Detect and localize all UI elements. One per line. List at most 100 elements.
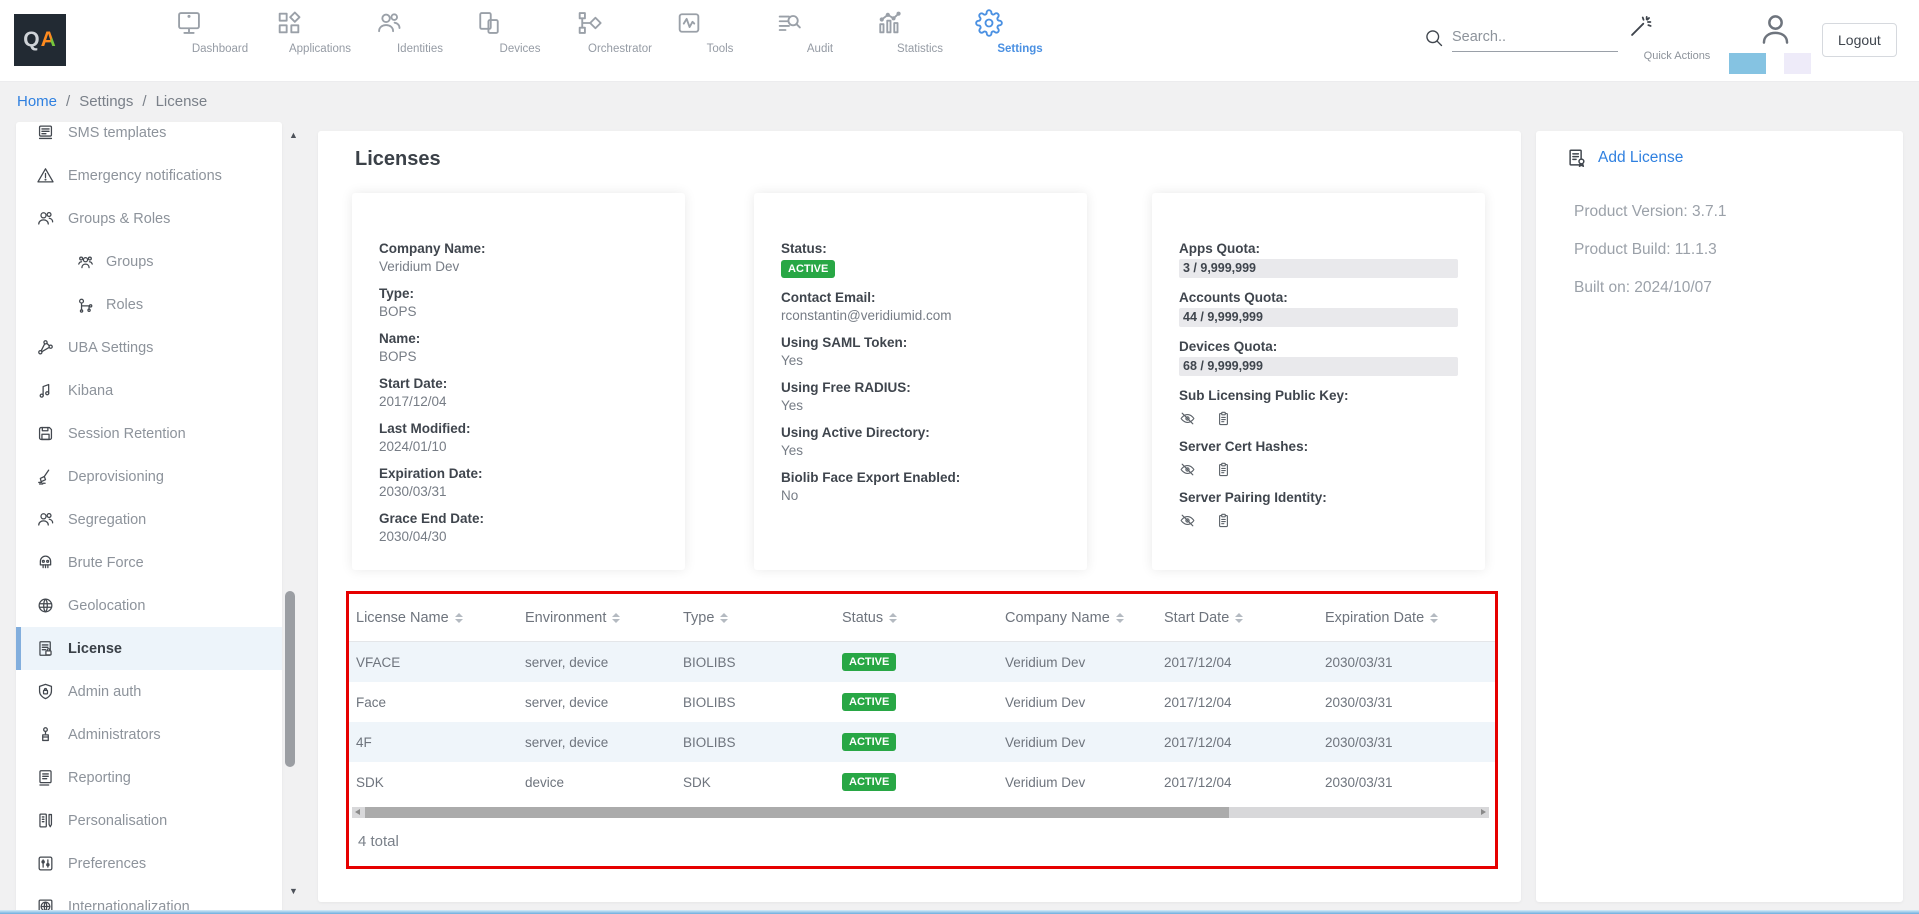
nav-item-orchestrator[interactable]: Orchestrator [575, 9, 665, 55]
field-name: Name:BOPS [379, 331, 658, 364]
kibana-icon [36, 381, 55, 400]
sidebar-scroll-up-arrow[interactable]: ▲ [289, 130, 298, 140]
administrators-icon [36, 725, 55, 744]
column-header-status[interactable]: Status [835, 610, 998, 626]
sidebar-item-brute-force[interactable]: Brute Force [16, 541, 282, 584]
statistics-icon [875, 9, 965, 37]
column-header-company-name[interactable]: Company Name [998, 610, 1157, 626]
sort-carets-icon[interactable] [1116, 613, 1124, 623]
sidebar-scroll-down-arrow[interactable]: ▼ [289, 886, 298, 896]
quick-actions-button[interactable]: Quick Actions [1627, 13, 1727, 62]
roles-icon [76, 296, 93, 313]
cell-environment: server, device [518, 735, 676, 750]
nav-item-tools[interactable]: Tools [675, 9, 765, 55]
copy-icon[interactable] [1215, 461, 1232, 478]
column-header-environment[interactable]: Environment [518, 610, 676, 626]
scrollbar-thumb[interactable] [365, 807, 1229, 818]
sidebar-item-administrators[interactable]: Administrators [16, 713, 282, 756]
field-company-name: Company Name:Veridium Dev [379, 241, 658, 274]
license-actions-panel: Add License Product Version: 3.7.1Produc… [1536, 131, 1903, 902]
status-badge: ACTIVE [842, 653, 896, 671]
sidebar-item-groups[interactable]: Groups [16, 240, 282, 283]
copy-icon[interactable] [1215, 512, 1232, 529]
cell-company-name: Veridium Dev [998, 695, 1157, 710]
cell-environment: server, device [518, 655, 676, 670]
product-info: Product Version: 3.7.1Product Build: 11.… [1574, 203, 1727, 317]
avatar[interactable] [1757, 11, 1794, 48]
reveal-eye-off-icon[interactable] [1179, 410, 1196, 427]
cell-start-date: 2017/12/04 [1157, 735, 1318, 750]
sidebar-scrollbar[interactable] [285, 591, 295, 767]
app-logo[interactable]: QA [14, 14, 66, 66]
cell-status: ACTIVE [835, 693, 998, 711]
column-header-type[interactable]: Type [676, 610, 835, 626]
sidebar-item-sms-templates[interactable]: SMS templates [16, 122, 282, 154]
sidebar-item-license[interactable]: License [16, 627, 282, 670]
field-server-cert-hashes: Server Cert Hashes: [1179, 439, 1458, 478]
sort-carets-icon[interactable] [455, 613, 463, 623]
scroll-right-arrow[interactable] [1481, 809, 1486, 815]
nav-item-statistics[interactable]: Statistics [875, 9, 965, 55]
cell-status: ACTIVE [835, 733, 998, 751]
add-license-button[interactable]: Add License [1566, 147, 1683, 169]
table-total-count: 4 total [358, 833, 1495, 850]
uba-settings-icon [36, 338, 55, 357]
sidebar-item-kibana[interactable]: Kibana [16, 369, 282, 412]
segregation-icon [36, 510, 55, 529]
sort-carets-icon[interactable] [1235, 613, 1243, 623]
sort-carets-icon[interactable] [612, 613, 620, 623]
sort-carets-icon[interactable] [720, 613, 728, 623]
sort-carets-icon[interactable] [889, 613, 897, 623]
sidebar-item-preferences[interactable]: Preferences [16, 842, 282, 885]
session-retention-icon [36, 424, 55, 443]
cell-type: BIOLIBS [676, 735, 835, 750]
reveal-eye-off-icon[interactable] [1179, 461, 1196, 478]
nav-item-devices[interactable]: Devices [475, 9, 565, 55]
sort-carets-icon[interactable] [1430, 613, 1438, 623]
cell-expiration-date: 2030/03/31 [1318, 735, 1495, 750]
sidebar-item-personalisation[interactable]: Personalisation [16, 799, 282, 842]
field-type: Type:BOPS [379, 286, 658, 319]
sidebar-item-roles[interactable]: Roles [16, 283, 282, 326]
sidebar-item-uba-settings[interactable]: UBA Settings [16, 326, 282, 369]
sidebar-item-admin-auth[interactable]: Admin auth [16, 670, 282, 713]
applications-icon [275, 9, 365, 37]
copy-icon[interactable] [1215, 410, 1232, 427]
add-license-label: Add License [1598, 149, 1683, 167]
column-header-expiration-date[interactable]: Expiration Date [1318, 610, 1495, 626]
breadcrumb-license: License [156, 93, 208, 110]
license-info-card-1: Company Name:Veridium Dev Type:BOPS Name:B… [352, 193, 685, 570]
breadcrumb-settings[interactable]: Settings [79, 93, 133, 110]
language-flag-primary[interactable] [1729, 53, 1766, 74]
scroll-left-arrow[interactable] [355, 809, 360, 815]
sidebar-item-deprovisioning[interactable]: Deprovisioning [16, 455, 282, 498]
column-header-license-name[interactable]: License Name [349, 610, 518, 626]
sidebar-item-reporting[interactable]: Reporting [16, 756, 282, 799]
nav-item-applications[interactable]: Applications [275, 9, 365, 55]
field-last-modified: Last Modified:2024/01/10 [379, 421, 658, 454]
breadcrumb-home[interactable]: Home [17, 93, 57, 110]
license-icon [36, 639, 55, 658]
cell-company-name: Veridium Dev [998, 775, 1157, 790]
search-input[interactable] [1452, 22, 1618, 52]
sidebar-item-session-retention[interactable]: Session Retention [16, 412, 282, 455]
sidebar-item-groups-roles[interactable]: Groups & Roles [16, 197, 282, 240]
personalisation-icon [36, 811, 55, 830]
sidebar-item-geolocation[interactable]: Geolocation [16, 584, 282, 627]
cell-expiration-date: 2030/03/31 [1318, 775, 1495, 790]
language-flag-secondary[interactable] [1784, 53, 1811, 74]
field-devices-quota: Devices Quota:68 / 9,999,999 [1179, 339, 1458, 376]
reveal-eye-off-icon[interactable] [1179, 512, 1196, 529]
cell-type: SDK [676, 775, 835, 790]
sidebar-item-emergency-notifications[interactable]: Emergency notifications [16, 154, 282, 197]
nav-item-dashboard[interactable]: Dashboard [175, 9, 265, 55]
field-contact-email: Contact Email:rconstantin@veridiumid.com [781, 290, 1060, 323]
column-header-start-date[interactable]: Start Date [1157, 610, 1318, 626]
nav-item-settings[interactable]: Settings [975, 9, 1065, 55]
table-horizontal-scrollbar[interactable] [352, 807, 1489, 818]
sidebar-item-segregation[interactable]: Segregation [16, 498, 282, 541]
nav-item-audit[interactable]: Audit [775, 9, 865, 55]
nav-item-identities[interactable]: Identities [375, 9, 465, 55]
groups-roles-icon [36, 209, 55, 228]
logout-button[interactable]: Logout [1822, 23, 1897, 57]
